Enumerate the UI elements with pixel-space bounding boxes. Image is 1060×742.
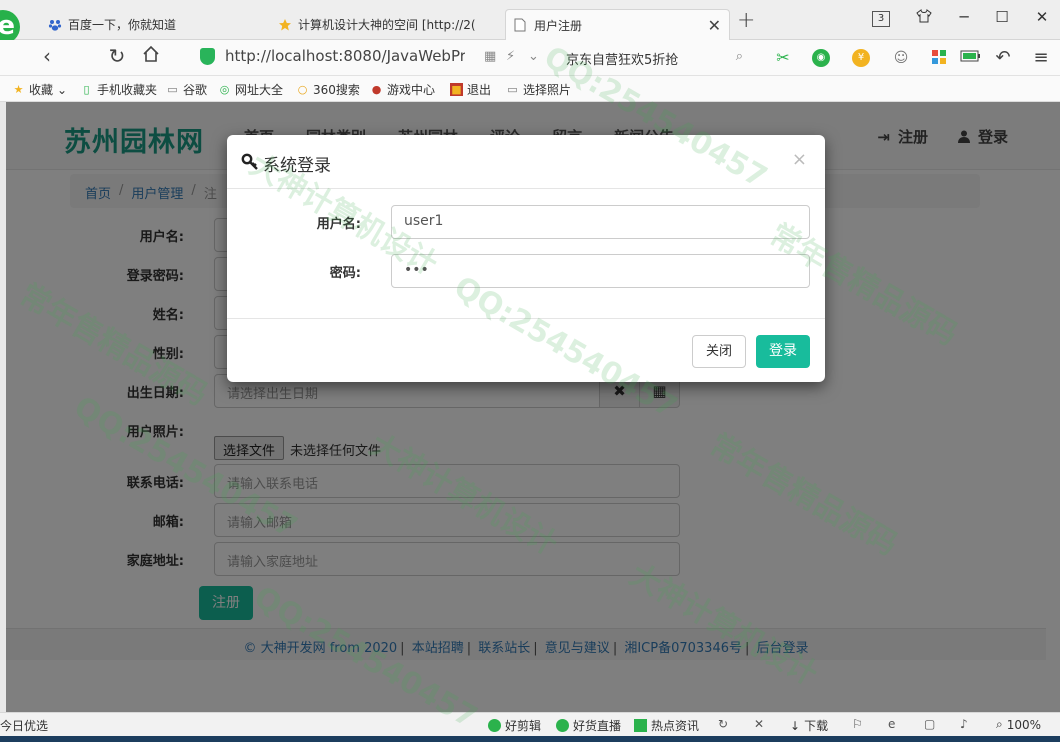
status-news[interactable]: 热点资讯 (634, 717, 699, 734)
modal-close-button[interactable]: 关闭 (692, 335, 746, 368)
refresh-status-icon[interactable]: ↻ (718, 717, 728, 731)
os-taskbar (0, 736, 1060, 742)
red-square-icon: ■ (450, 83, 463, 96)
status-daily-picks[interactable]: 今日优选 (0, 717, 48, 734)
chevron-down-icon: ⌄ (57, 82, 68, 97)
refresh-icon[interactable]: ↻ (104, 44, 130, 68)
tab-label: 用户注册 (534, 18, 583, 33)
coin-icon[interactable]: ¥ (852, 49, 870, 67)
search-text: 京东自营狂欢5折抢 (566, 53, 679, 68)
game-icon: ● (371, 83, 382, 96)
browser-tab-bar: e 百度一下，你就知道 计算机设计大神的空间 [http://2( 用户注册 ✕… (0, 0, 1060, 44)
bookmark-360search[interactable]: ○ 360搜索 (296, 81, 360, 98)
flag-icon[interactable]: ⚐ (852, 717, 863, 731)
menu-icon[interactable]: ≡ (1032, 49, 1050, 67)
status-live[interactable]: 好货直播 (556, 717, 621, 734)
browser-status-bar: 今日优选 好剪辑 好货直播 热点资讯 ↻ ✕ ↓ 下载 ⚐ e ▢ ♪ ⌕ 100% (0, 712, 1060, 736)
key-icon (241, 153, 259, 171)
extension-green-icon[interactable]: ◉ (812, 49, 830, 67)
browser-logo-icon: e (0, 10, 20, 44)
login-modal: 系统登录 × 用户名: user1 密码: ••• 关闭 登录 (227, 135, 825, 382)
status-video-edit[interactable]: 好剪辑 (488, 717, 541, 734)
modal-row-password: 密码: ••• (227, 254, 825, 288)
modal-footer: 关闭 登录 (227, 318, 825, 382)
address-bar[interactable]: http://localhost:8080/JavaWebProje (225, 47, 465, 65)
download-icon: ↓ (790, 718, 801, 733)
status-download[interactable]: ↓ 下载 (790, 717, 828, 734)
modal-username-label: 用户名: (316, 217, 361, 232)
modal-row-username: 用户名: user1 (227, 205, 825, 239)
modal-password-label: 密码: (329, 266, 361, 281)
window-icon[interactable]: ▢ (924, 717, 935, 731)
bookmark-mobile[interactable]: ▯ 手机收藏夹 (80, 81, 157, 98)
home-icon[interactable] (138, 44, 164, 68)
chevron-down-icon[interactable]: ⌄ (528, 49, 539, 64)
play-icon (488, 719, 501, 732)
zoom-control[interactable]: ⌕ 100% (996, 717, 1041, 732)
modal-login-button[interactable]: 登录 (756, 335, 810, 368)
tab-user-register[interactable]: 用户注册 ✕ (505, 9, 730, 40)
play-icon (556, 719, 569, 732)
ring-icon: ○ (297, 83, 308, 96)
page-icon: ▭ (167, 83, 178, 96)
tab-label: 百度一下，你就知道 (68, 18, 177, 32)
modal-title: 系统登录 (263, 156, 331, 176)
browser-nav-bar: ‹ ↻ http://localhost:8080/JavaWebProje ▦… (0, 40, 1060, 76)
phone-icon: ▯ (83, 83, 90, 96)
bookmark-choose-photo[interactable]: ▭ 选择照片 (506, 81, 571, 98)
news-icon (634, 719, 647, 732)
page-icon: ▭ (507, 83, 518, 96)
undo-icon[interactable]: ↶ (994, 49, 1012, 67)
modal-username-input[interactable]: user1 (391, 205, 810, 239)
globe-icon: ◎ (219, 83, 230, 96)
close-icon[interactable]: × (792, 149, 807, 170)
modal-header: 系统登录 × (227, 135, 825, 189)
zoom-icon: ⌕ (996, 717, 1003, 731)
bookmark-exit[interactable]: ■ 退出 (450, 81, 491, 98)
bookmark-favorites[interactable]: ★ 收藏 ⌄ (12, 81, 68, 98)
tab-label: 计算机设计大神的空间 [http://2( (298, 18, 476, 32)
bookmark-games[interactable]: ● 游戏中心 (370, 81, 435, 98)
ie-icon[interactable]: e (888, 717, 895, 731)
page-icon (514, 18, 528, 32)
tab-blog-space[interactable]: 计算机设计大神的空间 [http://2( (270, 9, 500, 40)
speaker-icon[interactable]: ♪ (960, 717, 968, 731)
baidu-paw-icon (48, 18, 62, 32)
search-input[interactable]: 京东自营狂欢5折抢 ⌕ (556, 46, 751, 70)
qr-code-icon[interactable]: ▦ (484, 49, 496, 64)
game-controller-icon[interactable]: ☺ (892, 49, 910, 67)
star-icon: ★ (13, 83, 24, 96)
battery-icon[interactable] (960, 49, 980, 67)
new-tab-icon[interactable]: + (737, 8, 755, 33)
star-icon (278, 18, 292, 32)
shirt-skin-icon[interactable] (912, 8, 936, 28)
apps-grid-icon[interactable] (930, 49, 948, 67)
modal-password-input[interactable]: ••• (391, 254, 810, 288)
tab-count-badge[interactable]: 3 (872, 11, 890, 27)
bookmark-hao123[interactable]: ◎ 网址大全 (218, 81, 283, 98)
minimize-icon[interactable]: ─ (952, 8, 976, 26)
search-icon[interactable]: ⌕ (736, 49, 743, 64)
x2-icon[interactable]: ✕ (754, 717, 764, 731)
bookmark-google[interactable]: ▭ 谷歌 (166, 81, 207, 98)
scissors-icon[interactable]: ✂ (774, 49, 792, 67)
back-icon[interactable]: ‹ (34, 44, 60, 68)
bookmarks-bar: ★ 收藏 ⌄ ▯ 手机收藏夹 ▭ 谷歌 ◎ 网址大全 ○ 360搜索 ● 游戏中心 ■ 退出 ▭… (0, 76, 1060, 102)
lightning-icon[interactable]: ⚡ (506, 49, 515, 64)
close-tab-icon[interactable]: ✕ (708, 16, 721, 35)
close-window-icon[interactable]: ✕ (1030, 8, 1054, 26)
tab-baidu[interactable]: 百度一下，你就知道 (40, 9, 262, 40)
maximize-icon[interactable]: ☐ (990, 8, 1014, 26)
secure-shield-icon (200, 48, 215, 65)
